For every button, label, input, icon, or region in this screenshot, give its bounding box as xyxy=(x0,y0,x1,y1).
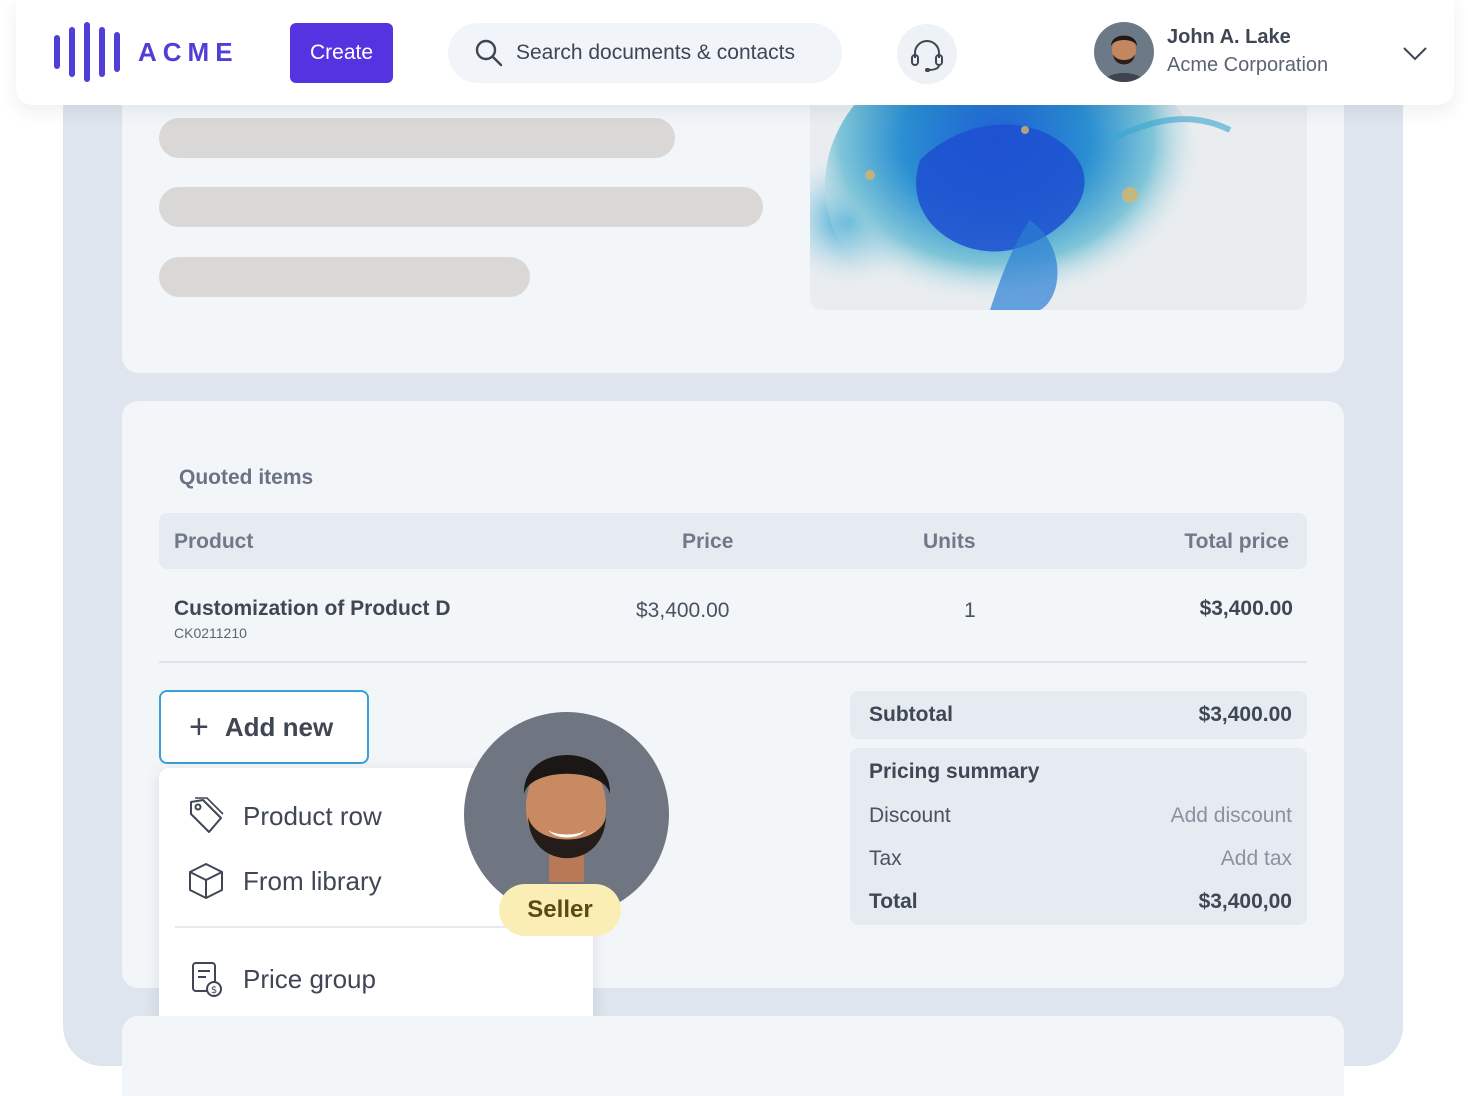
add-discount-link[interactable]: Add discount xyxy=(1171,804,1292,828)
next-section-card xyxy=(122,1016,1344,1096)
product-name: Customization of Product D xyxy=(174,597,451,620)
column-header-price: Price xyxy=(682,530,734,553)
logo-text: ACME xyxy=(138,36,239,67)
create-button[interactable]: Create xyxy=(290,23,393,83)
acme-logo[interactable]: ACME xyxy=(54,22,239,82)
subtotal-label: Subtotal xyxy=(869,703,953,726)
menu-item-label: From library xyxy=(243,865,382,896)
menu-item-label: Product row xyxy=(243,800,382,831)
table-header: Product Price Units Total price xyxy=(159,513,1307,569)
price-list-icon: $ xyxy=(192,962,222,997)
menu-item-label: Price group xyxy=(243,963,376,994)
add-new-label: Add new xyxy=(224,711,334,742)
logo-icon xyxy=(54,22,120,82)
menu-item-product-row[interactable]: Product row xyxy=(187,796,382,836)
text-placeholder xyxy=(159,118,675,158)
headset-icon xyxy=(911,40,943,72)
row-divider xyxy=(159,661,1307,663)
column-header-total-price: Total price xyxy=(1184,530,1289,553)
support-button[interactable] xyxy=(897,24,957,84)
product-units: 1 xyxy=(964,599,976,622)
user-name: John A. Lake xyxy=(1167,26,1291,48)
search-placeholder: Search documents & contacts xyxy=(516,41,795,64)
add-tax-link[interactable]: Add tax xyxy=(1221,847,1292,871)
column-header-units: Units xyxy=(923,530,976,553)
menu-item-from-library[interactable]: From library xyxy=(187,861,382,901)
seller-badge: Seller xyxy=(499,884,621,936)
user-company: Acme Corporation xyxy=(1167,54,1329,76)
tag-icon xyxy=(190,797,224,833)
search-icon xyxy=(475,39,503,67)
total-label: Total xyxy=(869,890,918,913)
pricing-summary: Pricing summary Discount Add discount Ta… xyxy=(850,748,1307,925)
chevron-down-icon[interactable] xyxy=(1402,44,1428,62)
total-value: $3,400,00 xyxy=(1198,890,1292,913)
product-code: CK0211210 xyxy=(174,625,247,641)
subtotal-row: Subtotal $3,400.00 xyxy=(850,691,1307,739)
cover-image xyxy=(810,100,1307,310)
section-title: Quoted items xyxy=(179,466,314,489)
text-placeholder xyxy=(159,187,763,227)
plus-icon: + xyxy=(189,708,209,746)
user-avatar[interactable] xyxy=(1094,22,1154,82)
column-header-product: Product xyxy=(174,530,254,553)
svg-text:$: $ xyxy=(211,985,217,996)
cube-icon xyxy=(189,863,223,899)
subtotal-value: $3,400.00 xyxy=(1198,703,1292,726)
tax-label: Tax xyxy=(869,847,902,870)
text-placeholder xyxy=(159,257,530,297)
discount-label: Discount xyxy=(869,804,951,827)
menu-item-price-group[interactable]: $ Price group xyxy=(187,959,376,999)
top-bar: ACME Create Search documents & contacts … xyxy=(16,0,1454,105)
product-price: $3,400.00 xyxy=(636,599,730,622)
search-bar[interactable]: Search documents & contacts xyxy=(448,23,842,83)
product-total: $3,400.00 xyxy=(1199,597,1293,620)
pricing-summary-title: Pricing summary xyxy=(869,760,1040,783)
add-new-button[interactable]: + Add new xyxy=(159,690,369,764)
